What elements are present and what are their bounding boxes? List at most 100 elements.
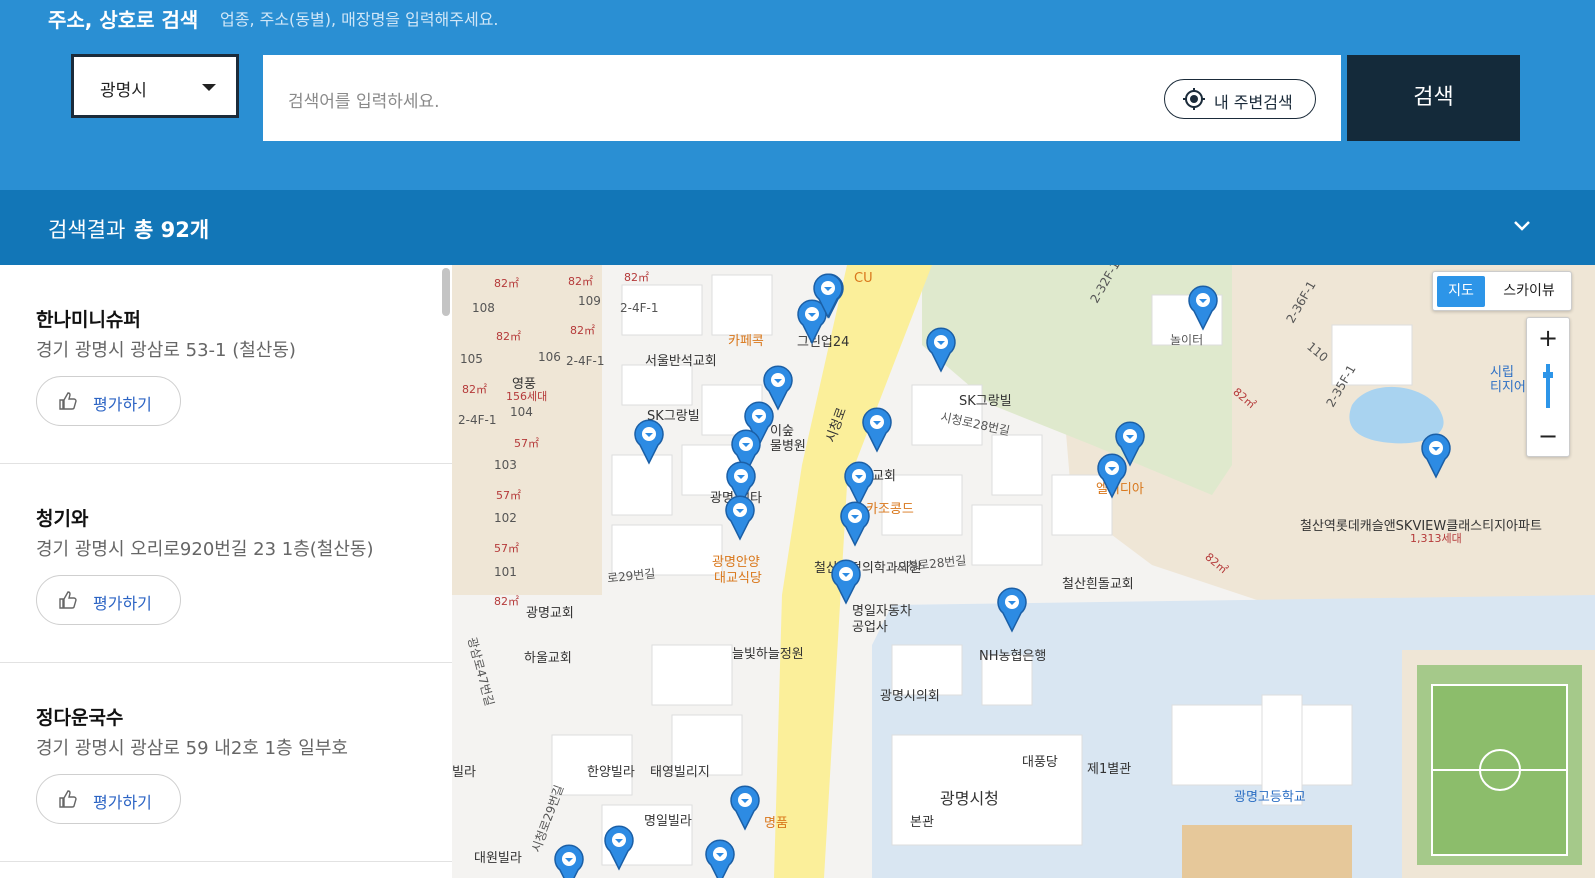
map-pin-icon[interactable] — [552, 842, 586, 878]
map-type-toggle: 지도 스카이뷰 — [1432, 271, 1572, 311]
map-pin-icon[interactable] — [703, 837, 737, 878]
search-hint: 업종, 주소(동별), 매장명을 입력해주세요. — [220, 10, 499, 29]
zoom-in-button[interactable]: + — [1527, 318, 1569, 358]
map-label[interactable]: 광명고등학교 — [1234, 786, 1306, 805]
rate-button[interactable]: 평가하기 — [36, 376, 181, 426]
map-label[interactable]: 명일빌라 — [644, 810, 692, 829]
map-label[interactable]: 철산흰돌교회 — [1062, 573, 1134, 592]
map-bldg-number: 108 — [472, 301, 495, 315]
map-label[interactable]: 광명시청 — [940, 785, 999, 809]
thumbs-up-icon — [59, 790, 77, 808]
map-bldg-number: 109 — [578, 294, 601, 308]
map-label[interactable]: 광명교회 — [526, 602, 574, 621]
map-area-label: 82㎡ — [462, 383, 487, 396]
map-area-label: 57㎡ — [494, 542, 519, 555]
map-label[interactable]: 서울반석교회 — [645, 350, 717, 369]
map[interactable]: 카페콕 서울반석교회 그린업24 CU SK그랑빌 SK그랑빌 시청로 시청로2… — [452, 265, 1595, 878]
map-label[interactable]: SK그랑빌 — [959, 390, 1012, 409]
rate-button[interactable]: 평가하기 — [36, 774, 181, 824]
map-label[interactable]: 광명시의회 — [880, 685, 940, 704]
map-label[interactable]: 빌라 — [452, 761, 476, 780]
list-item[interactable]: 정다운국수 경기 광명시 광삼로 59 내2호 1층 일부호 평가하기 — [0, 663, 452, 862]
nearby-search-button[interactable]: 내 주변검색 — [1164, 79, 1316, 119]
map-label[interactable]: 본관 — [910, 811, 934, 830]
thumbs-up-icon — [59, 392, 77, 410]
results-count: 총 92개 — [134, 218, 210, 242]
map-label[interactable]: 제1별관 — [1087, 758, 1131, 777]
map-floor-label: 2-4F-1 — [566, 354, 605, 368]
rate-button-label: 평가하기 — [93, 793, 152, 812]
city-select-value: 광명시 — [100, 81, 147, 101]
map-pin-icon[interactable] — [723, 493, 757, 541]
map-pin-icon[interactable] — [632, 417, 666, 465]
map-pin-icon[interactable] — [1095, 451, 1129, 499]
map-pin-icon[interactable] — [811, 271, 845, 319]
map-floor-label: 2-4F-1 — [620, 301, 659, 315]
map-label[interactable]: 늘빛하늘정원 — [732, 643, 804, 662]
list-scrollbar[interactable] — [442, 268, 450, 316]
map-label: 156세대 — [506, 390, 548, 403]
rate-button[interactable]: 평가하기 — [36, 575, 181, 625]
store-address: 경기 광명시 광삼로 53-1 (철산동) — [36, 340, 296, 361]
rate-button-label: 평가하기 — [93, 594, 152, 613]
map-label[interactable]: 대풍당 — [1022, 751, 1058, 770]
thumbs-up-icon — [59, 591, 77, 609]
map-bldg-number: 104 — [510, 405, 533, 419]
map-area-label: 82㎡ — [570, 324, 595, 337]
map-label[interactable]: 대교식당 — [714, 567, 762, 586]
chevron-down-icon[interactable] — [1513, 220, 1531, 232]
map-label[interactable]: 공업사 — [852, 616, 888, 635]
map-label[interactable]: 대원빌라 — [474, 847, 522, 866]
map-pin-icon[interactable] — [602, 823, 636, 871]
map-area-label: 82㎡ — [568, 275, 593, 288]
zoom-control: + − — [1526, 317, 1570, 457]
results-bar[interactable]: 검색결과 총 92개 — [0, 190, 1595, 265]
map-pin-icon[interactable] — [860, 405, 894, 453]
map-area-label: 82㎡ — [494, 595, 519, 608]
map-area-label: 82㎡ — [494, 277, 519, 290]
list-item[interactable]: 청기와 경기 광명시 오리로920번길 23 1층(철산동) 평가하기 — [0, 464, 452, 663]
map-bldg-number: 103 — [494, 458, 517, 472]
map-pin-icon[interactable] — [924, 325, 958, 373]
map-label[interactable]: NH농협은행 — [979, 645, 1046, 664]
map-label[interactable]: 태영빌리지 — [650, 761, 710, 780]
map-area-label: 82㎡ — [624, 271, 649, 284]
search-button[interactable]: 검색 — [1347, 55, 1520, 141]
map-pin-icon[interactable] — [728, 783, 762, 831]
store-address: 경기 광명시 광삼로 59 내2호 1층 일부호 — [36, 738, 348, 759]
map-label[interactable]: CU — [854, 271, 873, 286]
zoom-out-button[interactable]: − — [1527, 416, 1569, 456]
map-label[interactable]: 한양빌라 — [587, 761, 635, 780]
map-pin-icon[interactable] — [838, 499, 872, 547]
map-label[interactable]: 하울교회 — [524, 647, 572, 666]
search-header: 주소, 상호로 검색 업종, 주소(동별), 매장명을 입력해주세요. 광명시 … — [0, 0, 1595, 190]
list-item[interactable]: 한나미니슈퍼 경기 광명시 광삼로 53-1 (철산동) 평가하기 — [0, 265, 452, 464]
map-label[interactable]: 명품 — [764, 812, 788, 831]
zoom-slider[interactable] — [1543, 364, 1553, 408]
map-area-label: 57㎡ — [514, 437, 539, 450]
location-target-icon — [1183, 88, 1205, 110]
map-area-label: 57㎡ — [496, 489, 521, 502]
map-pin-icon[interactable] — [829, 557, 863, 605]
search-title: 주소, 상호로 검색 — [48, 8, 199, 32]
map-pin-icon[interactable] — [1186, 283, 1220, 331]
map-label[interactable]: 카페콕 — [728, 330, 764, 349]
store-name[interactable]: 청기와 — [36, 504, 88, 531]
store-name[interactable]: 정다운국수 — [36, 703, 123, 730]
map-label[interactable]: 놀이터 — [1170, 331, 1203, 348]
store-name[interactable]: 한나미니슈퍼 — [36, 305, 141, 332]
results-label: 검색결과 — [48, 218, 126, 242]
map-type-skyview[interactable]: 스카이뷰 — [1489, 276, 1569, 307]
map-label: 1,313세대 — [1410, 532, 1462, 545]
map-pin-icon[interactable] — [995, 585, 1029, 633]
map-label[interactable]: 티지어 — [1490, 376, 1526, 395]
map-type-map[interactable]: 지도 — [1437, 276, 1485, 307]
map-bldg-number: 101 — [494, 565, 517, 579]
city-select[interactable]: 광명시 — [72, 55, 238, 117]
map-bldg-number: 102 — [494, 511, 517, 525]
map-pin-icon[interactable] — [1419, 431, 1453, 479]
map-area-label: 82㎡ — [496, 330, 521, 343]
store-address: 경기 광명시 오리로920번길 23 1층(철산동) — [36, 539, 374, 560]
search-placeholder: 검색어를 입력하세요. — [288, 92, 440, 112]
chevron-down-icon — [202, 84, 216, 91]
